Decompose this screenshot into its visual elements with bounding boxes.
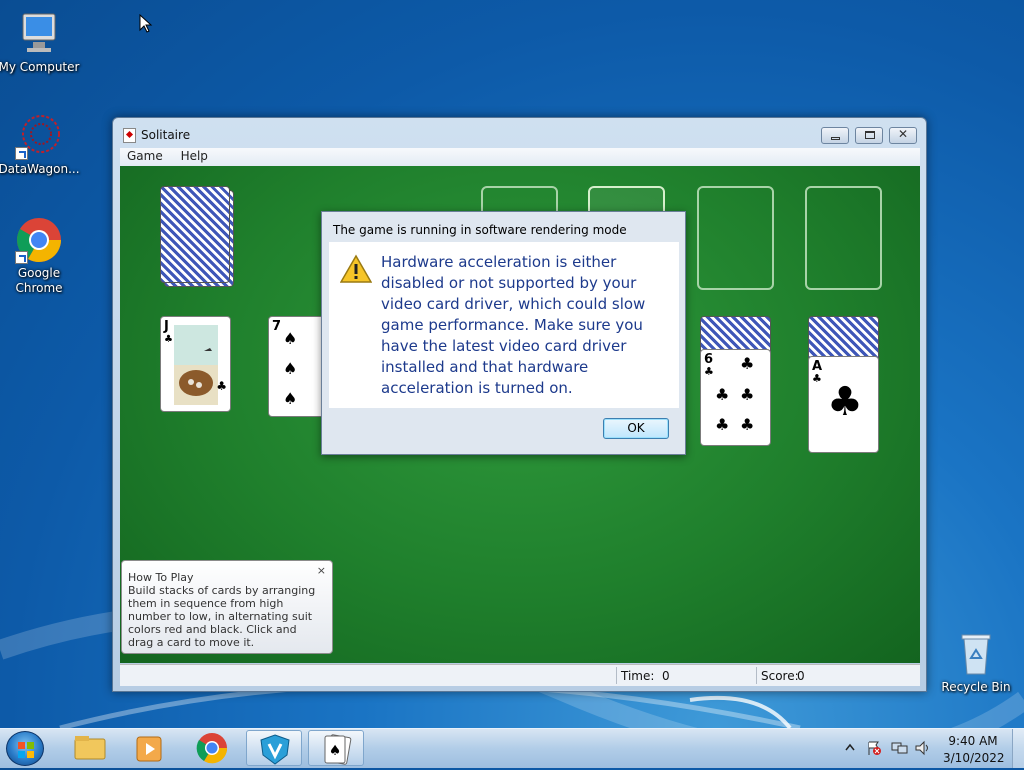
stock-pile[interactable] xyxy=(160,186,230,283)
close-button[interactable]: ✕ xyxy=(889,127,917,144)
tip-title: How To Play xyxy=(128,571,194,584)
card-ace-of-clubs[interactable]: A ♣ ♣ xyxy=(808,356,879,453)
warning-icon xyxy=(340,254,372,283)
club-suit-icon: ♣ xyxy=(164,334,173,345)
desktop-icon-label: My Computer xyxy=(0,60,80,74)
explorer-icon xyxy=(74,736,106,760)
club-suit-icon: ♣ xyxy=(740,385,755,404)
show-desktop-button[interactable] xyxy=(1012,729,1024,768)
taskbar-explorer[interactable] xyxy=(62,730,118,766)
taskbar-solitaire[interactable]: ♠ xyxy=(308,730,364,766)
time-label: Time: xyxy=(621,669,655,683)
shield-app-icon xyxy=(260,734,290,765)
taskbar-media-player[interactable] xyxy=(122,730,178,766)
action-center-flag-icon[interactable] xyxy=(866,740,882,756)
how-to-play-tip: × How To Play Build stacks of cards by a… xyxy=(121,560,333,654)
desktop-icon-recycle-bin[interactable]: Recycle Bin xyxy=(935,630,1017,695)
tip-close-button[interactable]: × xyxy=(317,564,326,577)
recycle-bin-icon xyxy=(952,630,1000,678)
datawagon-icon xyxy=(15,112,63,160)
club-suit-icon: ♣ xyxy=(715,415,730,434)
foundation-slot-4[interactable] xyxy=(805,186,882,290)
windows-logo-icon xyxy=(18,742,34,758)
taskbar-shield-app[interactable] xyxy=(246,730,302,766)
time-value: 0 xyxy=(662,669,670,683)
clock-time[interactable]: 9:40 AM xyxy=(943,734,1003,748)
spade-suit-icon: ♠ xyxy=(283,329,298,348)
dialog-message: Hardware acceleration is either disabled… xyxy=(381,253,646,397)
media-player-icon xyxy=(136,736,162,762)
desktop-icon-datawagon[interactable]: DataWagon... xyxy=(0,112,80,177)
club-suit-icon: ♣ xyxy=(715,385,730,404)
desktop-icon-label: DataWagon... xyxy=(0,162,80,176)
score-label: Score: xyxy=(761,669,799,683)
shortcut-arrow-icon xyxy=(15,147,28,160)
status-bar: Time: 0 Score: 0 xyxy=(120,664,920,686)
volume-icon[interactable] xyxy=(914,740,932,756)
spade-suit-icon: ♠ xyxy=(283,359,298,378)
desktop-icon-label: Google Chrome xyxy=(15,266,63,295)
start-button[interactable] xyxy=(6,731,44,766)
card-rank: 7 xyxy=(272,319,282,334)
window-title: Solitaire xyxy=(141,128,191,142)
svg-text:♠: ♠ xyxy=(329,743,342,759)
tip-body: Build stacks of cards by arranging them … xyxy=(128,584,316,649)
minimize-button[interactable] xyxy=(821,127,849,144)
desktop-icon-chrome[interactable]: Google Chrome xyxy=(0,216,80,296)
taskbar-chrome[interactable] xyxy=(184,730,240,766)
shortcut-arrow-icon xyxy=(15,251,28,264)
show-hidden-icons-icon[interactable] xyxy=(845,743,855,751)
menu-help[interactable]: Help xyxy=(174,148,215,164)
spade-suit-icon: ♠ xyxy=(283,389,298,408)
software-rendering-dialog: The game is running in software renderin… xyxy=(321,211,686,455)
mouse-cursor-icon xyxy=(139,14,153,33)
tableau-facedown-stack xyxy=(808,316,879,361)
dialog-body: Hardware acceleration is either disabled… xyxy=(329,242,679,408)
club-suit-icon: ♣ xyxy=(704,365,714,378)
restore-button[interactable] xyxy=(855,127,883,144)
network-icon[interactable] xyxy=(890,740,908,756)
status-separator xyxy=(756,667,757,684)
status-separator xyxy=(616,667,617,684)
jack-artwork xyxy=(174,325,218,405)
card-six-of-clubs[interactable]: 6 ♣ ♣ ♣ ♣ ♣ ♣ xyxy=(700,349,771,446)
solitaire-app-icon xyxy=(123,128,136,143)
restore-icon xyxy=(865,131,875,139)
desktop-icon-label: Recycle Bin xyxy=(941,680,1011,694)
score-value: 0 xyxy=(797,669,805,683)
card-rank: J xyxy=(164,319,169,334)
chrome-icon xyxy=(15,216,63,264)
clock-date[interactable]: 3/10/2022 xyxy=(943,751,1005,765)
solitaire-icon: ♠ xyxy=(324,734,352,765)
club-suit-icon: ♣ xyxy=(812,372,822,385)
desktop-icon-my-computer[interactable]: My Computer xyxy=(0,10,80,75)
club-suit-icon: ♣ xyxy=(740,415,755,434)
computer-icon xyxy=(15,10,63,58)
close-icon: ✕ xyxy=(898,127,909,141)
foundation-slot-3[interactable] xyxy=(697,186,774,290)
club-suit-icon: ♣ xyxy=(216,379,227,393)
minimize-icon xyxy=(831,137,840,140)
dialog-title: The game is running in software renderin… xyxy=(333,223,627,237)
club-suit-icon: ♣ xyxy=(827,379,863,425)
ok-button[interactable]: OK xyxy=(603,418,669,439)
menu-bar: Game Help xyxy=(120,148,920,166)
club-suit-icon: ♣ xyxy=(740,354,755,373)
card-jack-of-clubs[interactable]: J ♣ ♣ xyxy=(160,316,231,412)
chrome-icon xyxy=(196,733,228,764)
menu-game[interactable]: Game xyxy=(120,148,170,164)
